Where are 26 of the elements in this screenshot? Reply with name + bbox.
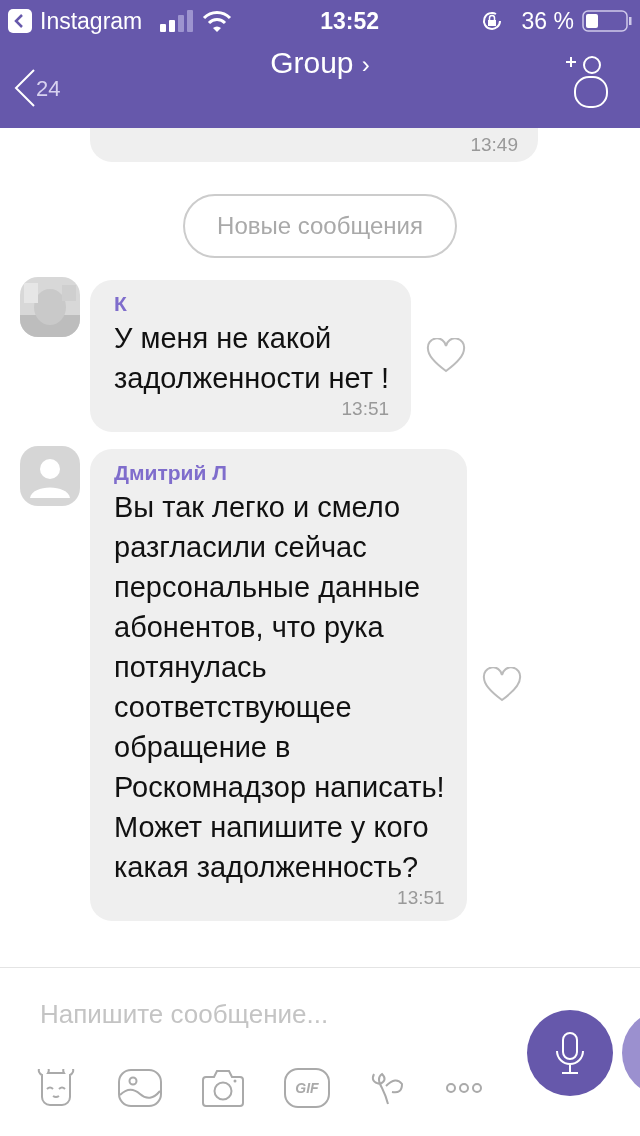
sender-name: Дмитрий Л: [114, 461, 228, 485]
chat-title[interactable]: Group ›: [270, 46, 370, 79]
message-text: Вы так легко и смело разгласили сейчас персональные данные абонентов, что рука потянулась соответствующее обращение в Роскомнадзор написать! Может напишите у кого какая задолженность?: [114, 490, 445, 885]
gallery-button[interactable]: [118, 1069, 162, 1107]
heart-icon[interactable]: [481, 667, 522, 703]
new-messages-divider: Новые сообщения: [183, 194, 457, 258]
back-app-label[interactable]: Instagram: [40, 7, 143, 35]
wifi-icon: [202, 10, 233, 32]
signal-icon: [160, 10, 195, 32]
message-time: 13:49: [470, 134, 518, 156]
unread-count[interactable]: 24: [36, 76, 61, 102]
battery-icon: [582, 10, 632, 32]
message-time: 13:51: [341, 398, 390, 420]
message-time: 13:51: [397, 887, 445, 909]
clock: 13:52: [320, 7, 380, 35]
back-icon[interactable]: [8, 9, 32, 33]
heart-icon[interactable]: [426, 338, 467, 374]
doodle-button[interactable]: [370, 1070, 406, 1106]
microphone-icon: [555, 1031, 585, 1075]
battery-percent: 36 %: [521, 7, 574, 35]
sender-name: К: [114, 292, 128, 316]
camera-button[interactable]: [202, 1069, 244, 1107]
avatar-icon: [20, 446, 80, 506]
more-button[interactable]: [446, 1082, 482, 1094]
add-member-icon[interactable]: [564, 54, 608, 110]
message-text: У меня не какой задолженности нет !: [114, 321, 390, 396]
